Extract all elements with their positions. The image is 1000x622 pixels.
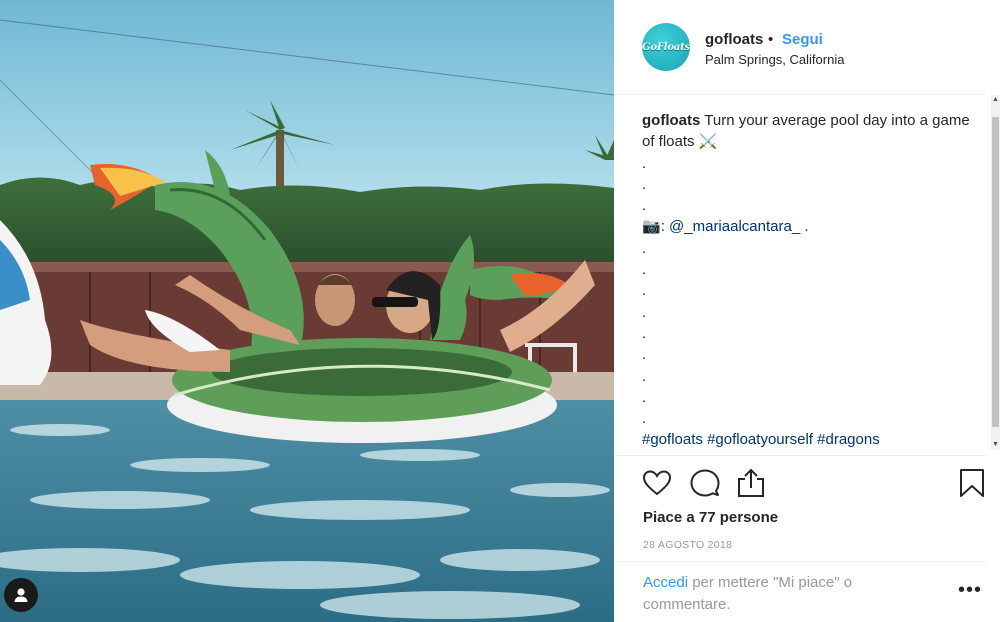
header-username[interactable]: gofloats: [705, 31, 763, 48]
caption: gofloats Turn your average pool day into…: [642, 110, 982, 453]
scroll-down-arrow-icon[interactable]: ▼: [991, 440, 1000, 450]
caption-dot: .: [642, 154, 647, 172]
comment-button[interactable]: [689, 467, 721, 499]
caption-dot: .: [642, 367, 647, 385]
user-tags-button[interactable]: [4, 578, 38, 612]
hashtag-link[interactable]: #gofloatyourself: [707, 431, 813, 448]
caption-dot: .: [642, 346, 647, 364]
comment-divider: [614, 561, 986, 562]
follow-button[interactable]: Segui: [782, 31, 823, 48]
login-link[interactable]: Accedi: [643, 574, 688, 591]
caption-dot: .: [642, 239, 647, 257]
bookmark-icon: [960, 469, 984, 497]
caption-scrollbar[interactable]: ▲ ▼: [991, 95, 1000, 450]
caption-dot: .: [642, 282, 647, 300]
hashtag-link[interactable]: #dragons: [817, 431, 880, 448]
pool-float-photo: [0, 0, 614, 622]
caption-dot: .: [642, 197, 647, 215]
more-options-button[interactable]: •••: [958, 580, 982, 600]
post-photo[interactable]: [0, 0, 614, 622]
location-link[interactable]: Palm Springs, California: [705, 52, 844, 67]
caption-dot: .: [642, 324, 647, 342]
hashtag-line: #gofloats #gofloatyourself #dragons: [642, 429, 982, 450]
mention-link[interactable]: @_mariaalcantara_: [669, 218, 800, 235]
post-panel: GoFloats gofloats • Segui Palm Springs, …: [614, 0, 1000, 622]
actions-divider: [614, 455, 986, 457]
scrollbar-thumb[interactable]: [992, 117, 999, 427]
login-prompt: Accedi per mettere "Mi piace" o commenta…: [643, 572, 923, 616]
header-separator: •: [768, 31, 774, 48]
share-icon: [738, 468, 764, 497]
caption-dot: .: [642, 261, 647, 279]
share-button[interactable]: [735, 467, 767, 499]
camera-icon: 📷: [642, 218, 661, 236]
likes-count[interactable]: Piace a 77 persone: [643, 509, 778, 526]
save-button[interactable]: [956, 467, 988, 499]
scroll-up-arrow-icon[interactable]: ▲: [991, 95, 1000, 105]
credit-suffix: .: [800, 218, 809, 236]
caption-dot: .: [642, 388, 647, 406]
like-button[interactable]: [641, 467, 673, 499]
caption-dot: .: [642, 303, 647, 321]
avatar[interactable]: GoFloats: [642, 23, 690, 71]
photo-credit-line: 📷: @_mariaalcantara_ .: [642, 216, 982, 237]
caption-dot: .: [642, 175, 647, 193]
post-date[interactable]: 28 AGOSTO 2018: [643, 539, 732, 551]
avatar-logo-text: GoFloats: [642, 41, 690, 53]
credit-prefix: :: [660, 218, 665, 236]
caption-username[interactable]: gofloats: [642, 112, 700, 129]
swords-emoji: ⚔️: [698, 133, 718, 151]
user-icon: [14, 588, 28, 602]
comment-icon: [690, 469, 720, 497]
caption-dot: .: [642, 410, 647, 428]
post-header: GoFloats gofloats • Segui Palm Springs, …: [614, 0, 986, 95]
heart-icon: [642, 470, 672, 496]
hashtag-link[interactable]: #gofloats: [642, 431, 703, 448]
